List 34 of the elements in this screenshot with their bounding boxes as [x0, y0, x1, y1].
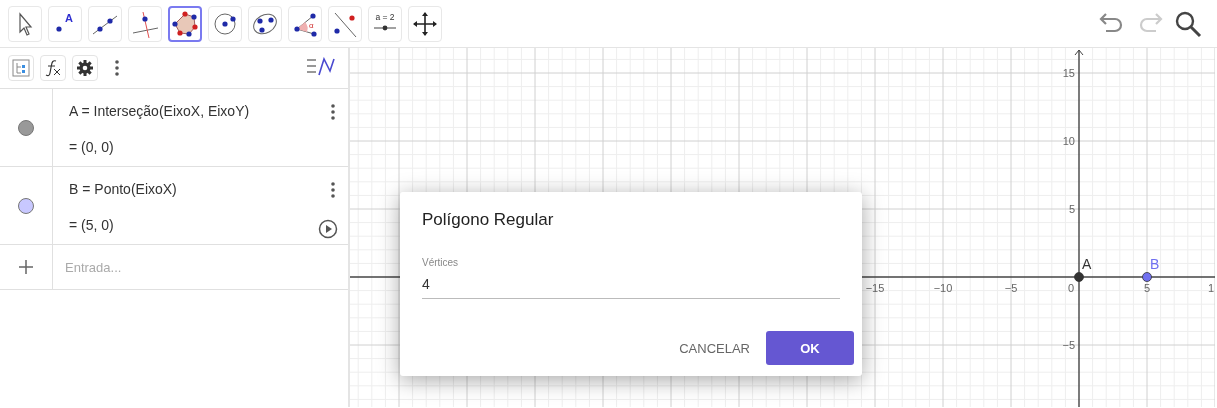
definition-text[interactable]: A = Interseção(EixoX, EixoY): [69, 103, 348, 125]
point-label: A: [1082, 256, 1092, 272]
visibility-dot[interactable]: [18, 119, 34, 136]
algebra-row[interactable]: A = Interseção(EixoX, EixoY) = (0, 0): [0, 89, 348, 167]
cancel-button[interactable]: CANCELAR: [679, 331, 750, 365]
tool-button[interactable]: [168, 5, 202, 42]
ok-button[interactable]: OK: [766, 331, 854, 365]
polygon-icon: [171, 9, 199, 38]
point[interactable]: [1142, 272, 1152, 282]
settings-button[interactable]: [72, 55, 98, 81]
value-text: = (0, 0): [69, 139, 114, 155]
fx-button[interactable]: [40, 55, 66, 81]
definition-text[interactable]: B = Ponto(EixoX): [69, 181, 348, 203]
more-icon: [330, 181, 336, 199]
perpendicular-lines-icon: [131, 9, 159, 38]
axis-tick-label: 15: [1062, 67, 1075, 79]
axis-tick-label: 0: [1067, 282, 1074, 294]
axis-tick-label: −5: [1062, 339, 1075, 351]
point[interactable]: [1074, 272, 1084, 282]
axis-tick-label: 5: [1068, 203, 1075, 215]
field-label: Vértices: [422, 257, 460, 268]
value-text: = (5, 0): [69, 217, 114, 233]
dialog-title: Polígono Regular: [422, 210, 555, 230]
more-icon: [330, 103, 336, 121]
axis-tick-label: −15: [865, 282, 885, 294]
algebra-view-button[interactable]: [8, 55, 34, 81]
axis-tick-label: −5: [1004, 282, 1018, 294]
axis-tick-label: 1: [1207, 282, 1215, 294]
axis-tick-label: 5: [1143, 282, 1151, 294]
axis-tick-label: 10: [1062, 135, 1075, 147]
axis-tick-label: −10: [933, 282, 953, 294]
point-label: B: [1150, 256, 1160, 272]
more-icon: [114, 59, 120, 77]
visibility-dot[interactable]: [18, 197, 34, 214]
